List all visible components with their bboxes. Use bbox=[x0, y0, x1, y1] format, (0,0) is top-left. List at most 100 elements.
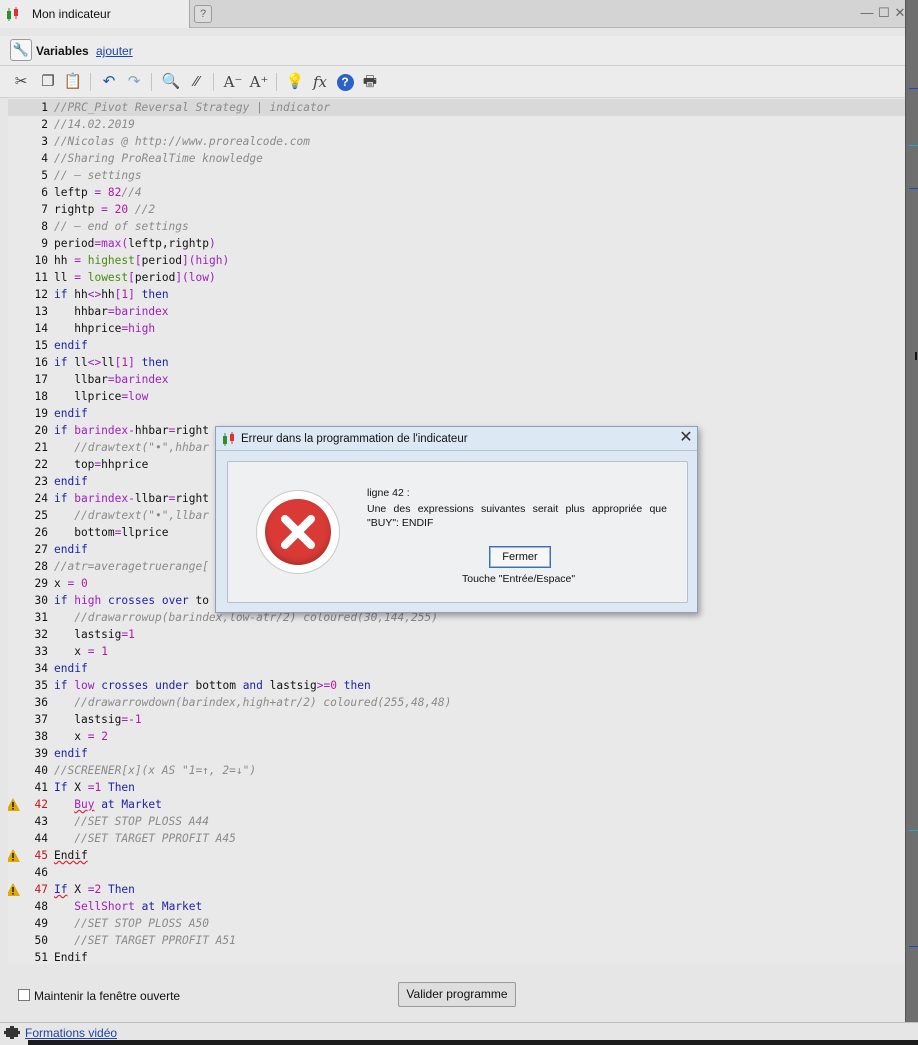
code-text: endif bbox=[54, 339, 88, 352]
code-line[interactable]: 48 SellShort at Market bbox=[8, 898, 905, 915]
lightbulb-icon[interactable]: 💡 bbox=[284, 71, 306, 93]
code-text: if hh<>hh[1] then bbox=[54, 288, 169, 301]
comment-icon[interactable]: ⁄⁄ bbox=[186, 71, 208, 93]
code-line[interactable]: 51 Endif bbox=[8, 949, 905, 964]
minimize-icon[interactable]: — bbox=[860, 5, 874, 21]
code-line[interactable]: 10 hh = highest[period](high) bbox=[8, 252, 905, 269]
code-text: endif bbox=[54, 407, 88, 420]
line-number: 11 bbox=[34, 271, 48, 284]
line-number: 6 bbox=[41, 186, 48, 199]
search-icon[interactable]: 🔍 bbox=[160, 71, 182, 93]
line-number: 22 bbox=[34, 458, 48, 471]
dialog-close-icon[interactable]: ✕ bbox=[678, 429, 694, 447]
print-icon[interactable]: 🖶 bbox=[359, 71, 381, 93]
code-text: if barindex-hhbar=right bbox=[54, 424, 209, 437]
font-increase-icon[interactable]: A⁺ bbox=[248, 71, 270, 93]
code-line[interactable]: 42 Buy at Market bbox=[8, 796, 905, 813]
undo-icon[interactable]: ↶ bbox=[98, 71, 120, 93]
code-line[interactable]: 6 leftp = 82//4 bbox=[8, 184, 905, 201]
code-line[interactable]: 12 if hh<>hh[1] then bbox=[8, 286, 905, 303]
code-line[interactable]: 41 If X =1 Then bbox=[8, 779, 905, 796]
code-text: //PRC_Pivot Reversal Strategy | indicato… bbox=[54, 101, 331, 114]
line-number: 33 bbox=[34, 645, 48, 658]
line-number: 44 bbox=[34, 832, 48, 845]
code-line[interactable]: 32 lastsig=1 bbox=[8, 626, 905, 643]
code-line[interactable]: 4 //Sharing ProRealTime knowledge bbox=[8, 150, 905, 167]
line-number: 31 bbox=[34, 611, 48, 624]
video-training-link[interactable]: Formations vidéo bbox=[25, 1026, 117, 1040]
tab-mon-indicateur[interactable]: Mon indicateur bbox=[0, 0, 190, 28]
chart-mark bbox=[909, 946, 918, 947]
code-line[interactable]: 19 endif bbox=[8, 405, 905, 422]
line-number: 40 bbox=[34, 764, 48, 777]
code-line[interactable]: 3 //Nicolas @ http://www.prorealcode.com bbox=[8, 133, 905, 150]
paste-icon[interactable]: 📋 bbox=[62, 71, 84, 93]
help-doc-icon[interactable]: ? bbox=[194, 5, 212, 23]
line-number: 39 bbox=[34, 747, 48, 760]
code-line[interactable]: 7 rightp = 20 //2 bbox=[8, 201, 905, 218]
code-line[interactable]: 35 if low crosses under bottom and lastsi… bbox=[8, 677, 905, 694]
line-number: 51 bbox=[34, 951, 48, 964]
code-line[interactable]: 15 endif bbox=[8, 337, 905, 354]
code-text: //SET TARGET PPROFIT A51 bbox=[74, 934, 236, 947]
code-line[interactable]: 9 period=max(leftp,rightp) bbox=[8, 235, 905, 252]
code-line[interactable]: 49 //SET STOP PLOSS A50 bbox=[8, 915, 905, 932]
code-line[interactable]: 50 //SET TARGET PPROFIT A51 bbox=[8, 932, 905, 949]
code-text: Endif bbox=[54, 951, 88, 964]
help-icon[interactable]: ? bbox=[334, 71, 356, 93]
code-text: // — end of settings bbox=[54, 220, 189, 233]
code-text: //SET STOP PLOSS A50 bbox=[74, 917, 209, 930]
code-line[interactable]: 33 x = 1 bbox=[8, 643, 905, 660]
code-text: ll = lowest[period](low) bbox=[54, 271, 216, 284]
restore-icon[interactable]: ☐ bbox=[877, 5, 891, 21]
wrench-icon[interactable]: 🔧 bbox=[10, 39, 32, 61]
chart-mark bbox=[909, 830, 918, 831]
code-line[interactable]: 39 endif bbox=[8, 745, 905, 762]
line-number: 45 bbox=[34, 849, 48, 862]
code-line[interactable]: 47 If X =2 Then bbox=[8, 881, 905, 898]
copy-icon[interactable]: ❐ bbox=[37, 71, 59, 93]
code-line[interactable]: 46 bbox=[8, 864, 905, 881]
line-number: 21 bbox=[34, 441, 48, 454]
code-line[interactable]: 5 // — settings bbox=[8, 167, 905, 184]
code-text: //SCREENER[x](x AS "1=↑, 2=↓") bbox=[54, 764, 257, 777]
code-line[interactable]: 17 llbar=barindex bbox=[8, 371, 905, 388]
code-text: SellShort at Market bbox=[74, 900, 203, 913]
code-line[interactable]: 8 // — end of settings bbox=[8, 218, 905, 235]
code-line[interactable]: 38 x = 2 bbox=[8, 728, 905, 745]
code-line[interactable]: 45 Endif bbox=[8, 847, 905, 864]
line-number: 43 bbox=[34, 815, 48, 828]
add-variable-link[interactable]: ajouter bbox=[96, 44, 133, 58]
code-line[interactable]: 44 //SET TARGET PPROFIT A45 bbox=[8, 830, 905, 847]
code-line[interactable]: 37 lastsig=-1 bbox=[8, 711, 905, 728]
code-text: endif bbox=[54, 543, 88, 556]
code-line[interactable]: 40 //SCREENER[x](x AS "1=↑, 2=↓") bbox=[8, 762, 905, 779]
candlestick-icon bbox=[223, 432, 234, 446]
code-text: if barindex-llbar=right bbox=[54, 492, 209, 505]
function-icon[interactable]: 𝑓x bbox=[309, 71, 331, 93]
code-line[interactable]: 14 hhprice=high bbox=[8, 320, 905, 337]
code-line[interactable]: 13 hhbar=barindex bbox=[8, 303, 905, 320]
keep-open-checkbox[interactable] bbox=[18, 989, 30, 1001]
redo-icon[interactable]: ↷ bbox=[123, 71, 145, 93]
code-line[interactable]: 43 //SET STOP PLOSS A44 bbox=[8, 813, 905, 830]
code-line[interactable]: 34 endif bbox=[8, 660, 905, 677]
code-text: top=hhprice bbox=[54, 458, 149, 471]
error-icon bbox=[256, 490, 340, 574]
font-decrease-icon[interactable]: A⁻ bbox=[222, 71, 244, 93]
validate-program-button[interactable]: Valider programme bbox=[398, 982, 516, 1007]
code-text: endif bbox=[54, 747, 88, 760]
cut-icon[interactable]: ✂ bbox=[10, 71, 32, 93]
close-dialog-button[interactable]: Fermer bbox=[489, 546, 551, 568]
code-text: // — settings bbox=[54, 169, 142, 182]
code-line[interactable]: 11 ll = lowest[period](low) bbox=[8, 269, 905, 286]
error-line-reference: ligne 42 : bbox=[367, 487, 410, 499]
code-line[interactable]: 18 llprice=low bbox=[8, 388, 905, 405]
code-line[interactable]: 16 if ll<>ll[1] then bbox=[8, 354, 905, 371]
code-line[interactable]: 1 //PRC_Pivot Reversal Strategy | indicat… bbox=[8, 99, 905, 116]
code-line[interactable]: 36 //drawarrowdown(barindex,high+atr/2) … bbox=[8, 694, 905, 711]
code-line[interactable]: 2 //14.02.2019 bbox=[8, 116, 905, 133]
code-text: lastsig=-1 bbox=[54, 713, 142, 726]
code-text: period=max(leftp,rightp) bbox=[54, 237, 216, 250]
line-number: 36 bbox=[34, 696, 48, 709]
